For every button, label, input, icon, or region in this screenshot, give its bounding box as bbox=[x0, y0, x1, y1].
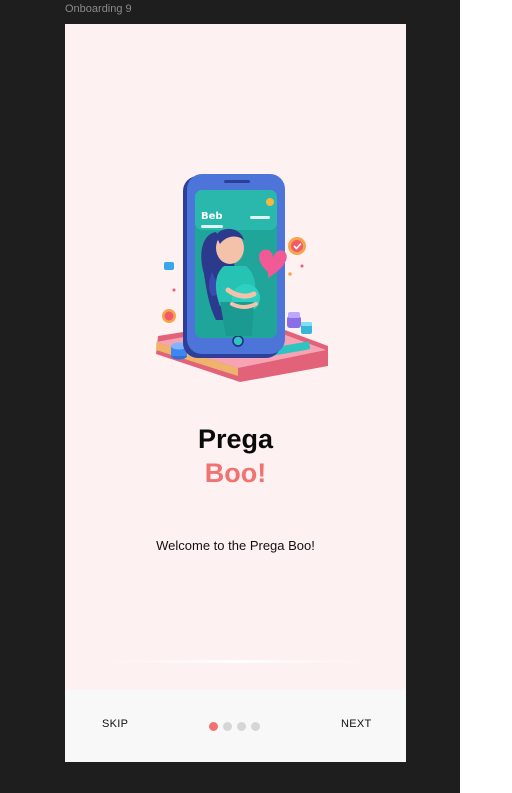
title-line-2: Boo! bbox=[204, 458, 267, 488]
page-dot[interactable] bbox=[251, 722, 260, 731]
next-button[interactable]: NEXT bbox=[341, 718, 372, 730]
page-indicator bbox=[209, 722, 260, 731]
page-dot[interactable] bbox=[237, 722, 246, 731]
page-dot[interactable] bbox=[209, 722, 218, 731]
page-dot[interactable] bbox=[223, 722, 232, 731]
skip-button[interactable]: SKIP bbox=[102, 718, 128, 730]
divider bbox=[105, 660, 366, 663]
title-line-1: Prega bbox=[197, 424, 274, 454]
screen-text: Beb bbox=[201, 211, 223, 222]
bottom-navigation-bar: SKIP NEXT bbox=[65, 690, 406, 762]
welcome-text: Welcome to the Prega Boo! bbox=[156, 538, 315, 553]
frame-name-label[interactable]: Onboarding 9 bbox=[65, 3, 132, 15]
onboarding-screen: Beb Prega Boo! Welcome to the Prega Boo!… bbox=[65, 24, 406, 762]
editor-canvas: Onboarding 9 Beb Prega Boo! Welcome to t… bbox=[0, 0, 460, 793]
pregnant-woman-phone-illustration: Beb bbox=[156, 174, 328, 382]
